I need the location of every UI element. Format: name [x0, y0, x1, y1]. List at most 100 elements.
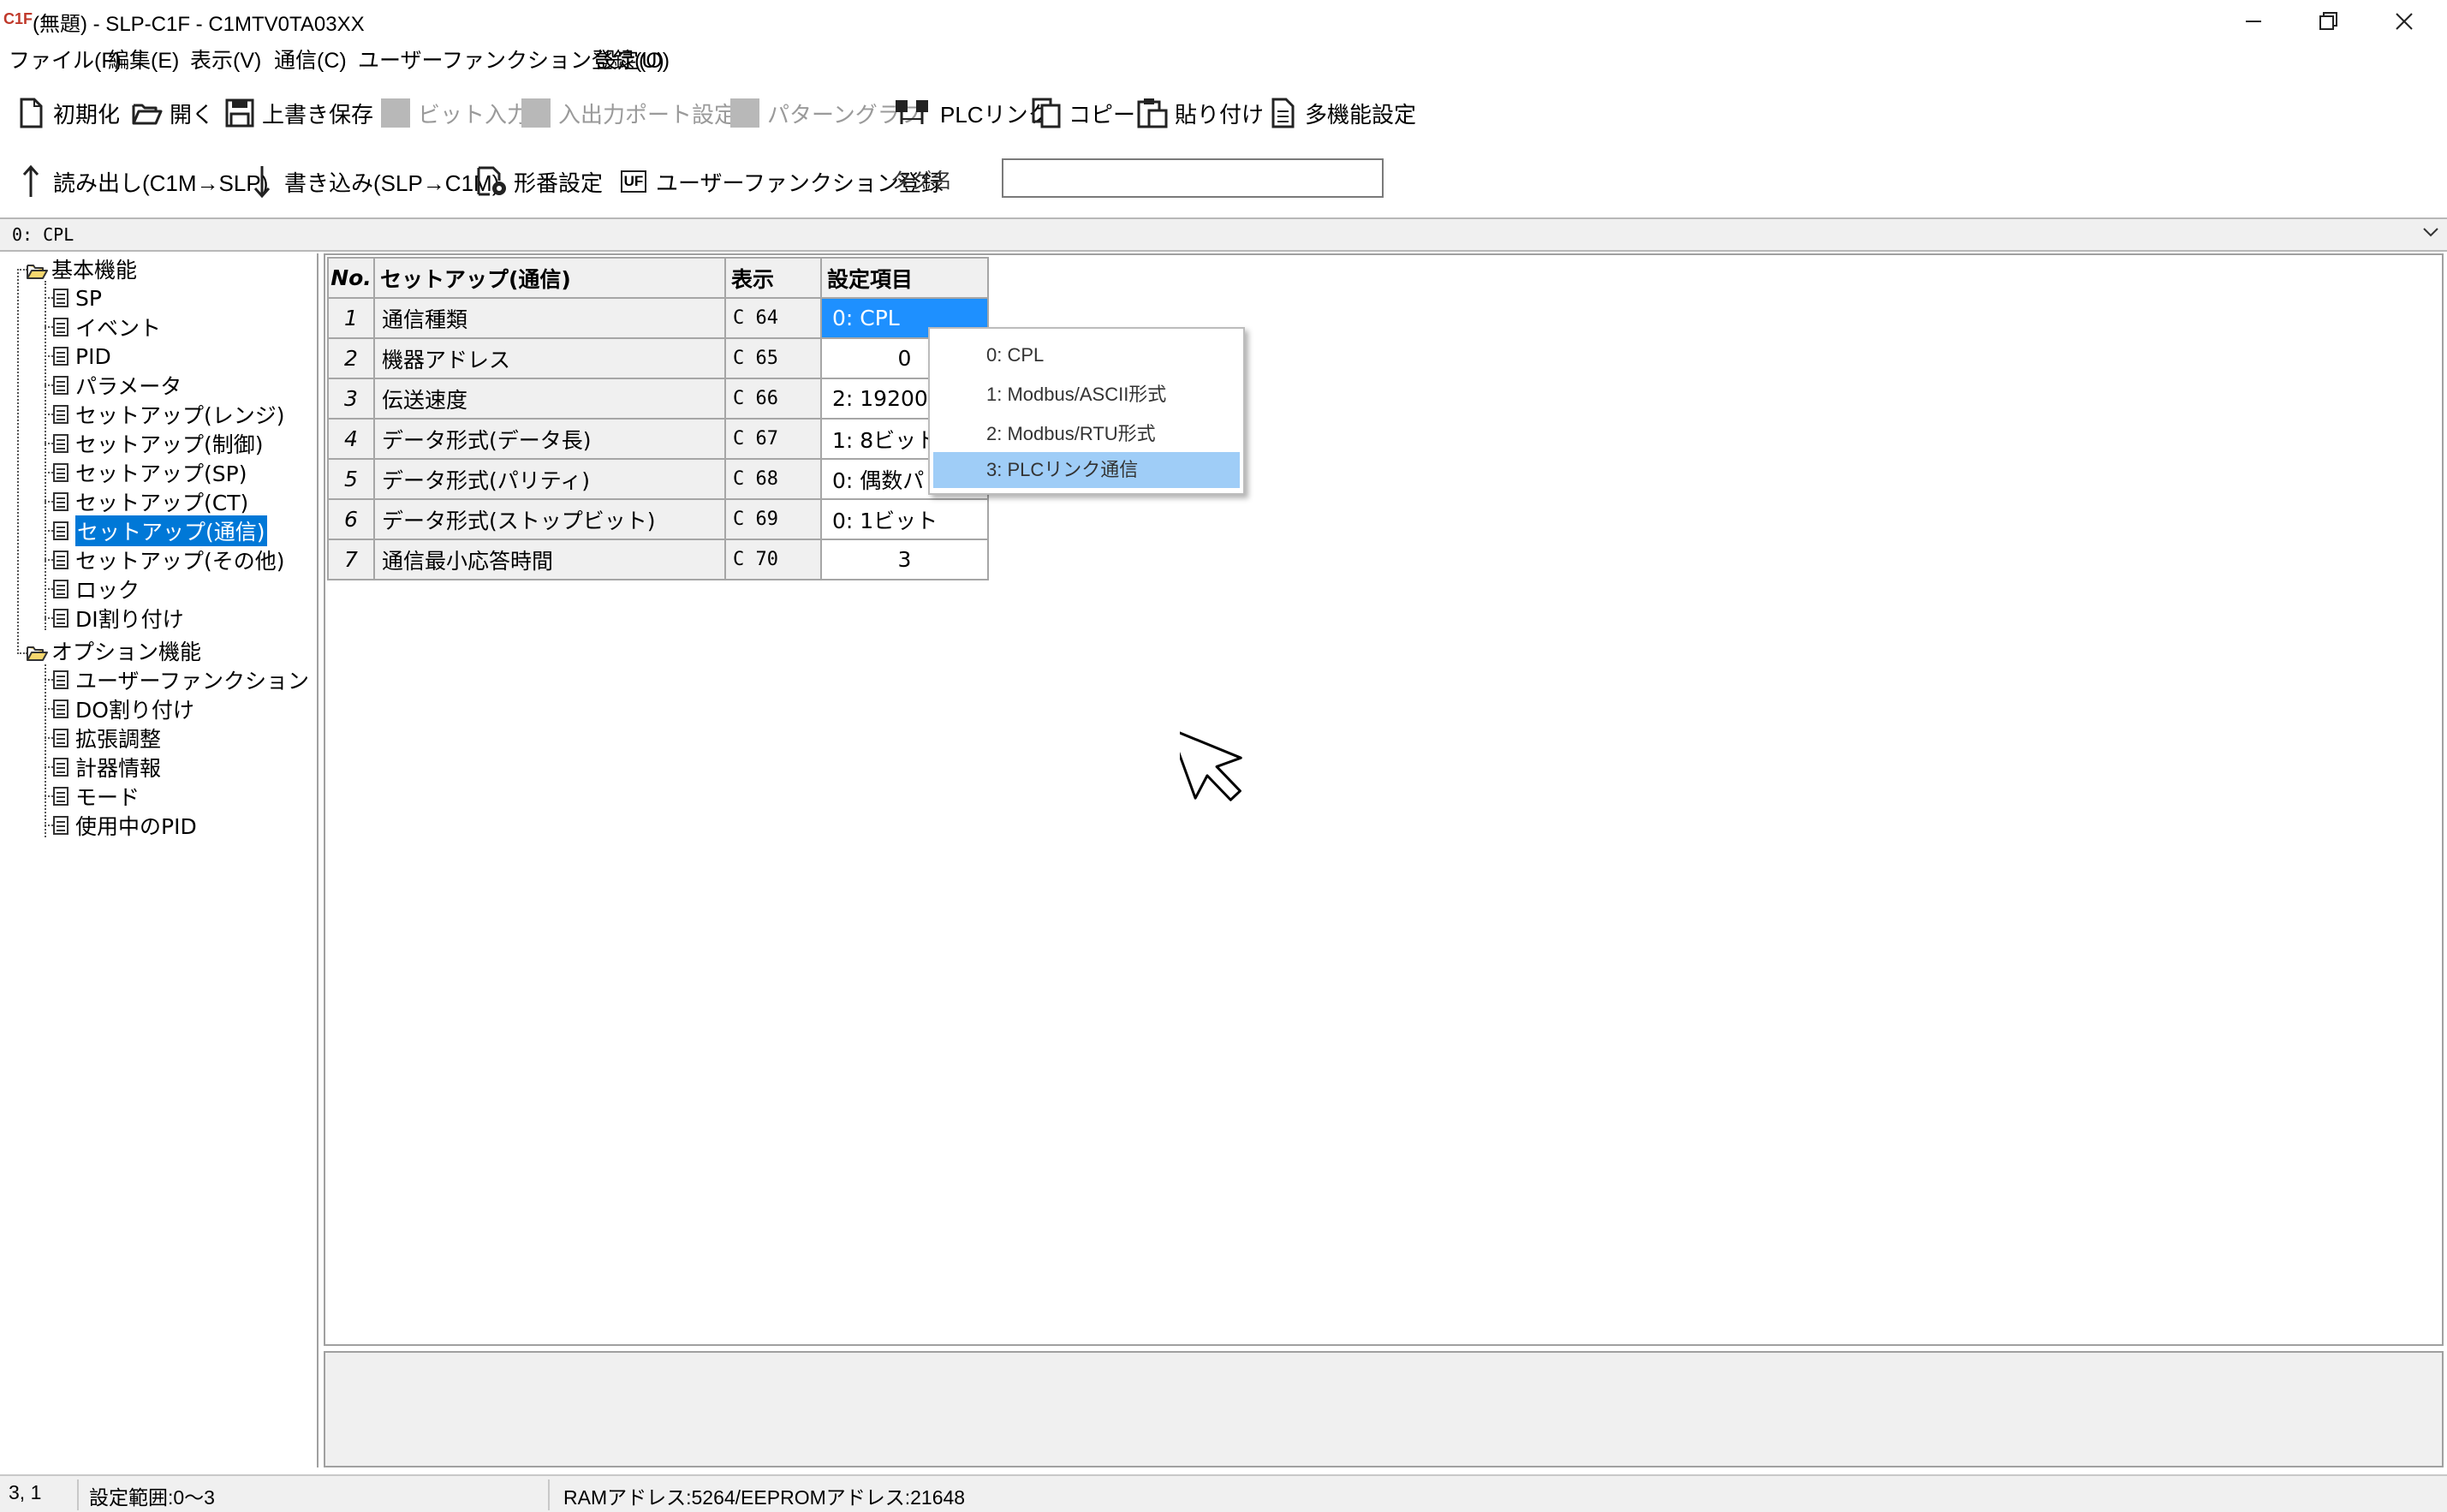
- open-label: 開く: [170, 101, 215, 128]
- tree-item[interactable]: ユーザーファンクション: [45, 666, 309, 693]
- tag-input[interactable]: [1002, 158, 1384, 198]
- menu-view[interactable]: 表示(V): [190, 46, 261, 75]
- write-label: 書き込み(SLP→C1M): [284, 170, 500, 196]
- multi-function-button[interactable]: 多機能設定: [1267, 92, 1416, 134]
- document-icon: [1267, 96, 1298, 130]
- mouse-cursor-icon: [1169, 712, 1274, 810]
- bit-input-label: ビット入力: [418, 101, 530, 128]
- tree-item[interactable]: モード: [45, 783, 140, 810]
- dropdown-option-modbus-rtu[interactable]: 2: Modbus/RTU形式: [933, 416, 1240, 452]
- document-icon: [53, 405, 68, 424]
- combo-value: 0: CPL: [12, 224, 74, 245]
- tree-item[interactable]: DO割り付け: [45, 695, 194, 723]
- table-row[interactable]: 1 通信種類 C 64 0: CPL: [327, 297, 989, 339]
- write-button[interactable]: 書き込み(SLP→C1M): [247, 161, 499, 202]
- save-button[interactable]: 上書き保存: [224, 92, 373, 134]
- minimize-button[interactable]: [2216, 0, 2291, 43]
- table-row[interactable]: 4 データ形式(データ長) C 67 1: 8ビット: [327, 418, 989, 460]
- uf-icon: UF: [618, 164, 649, 199]
- tree-item[interactable]: ロック: [45, 575, 140, 603]
- menu-bar: ファイル(F) 編集(E) 表示(V) 通信(C) ユーザーファンクション登録(…: [0, 43, 2447, 79]
- row-name: データ形式(データ長): [373, 418, 726, 460]
- document-icon: [53, 492, 68, 511]
- copy-button[interactable]: コピー: [1031, 92, 1135, 134]
- document-icon: [53, 729, 68, 747]
- tree-item[interactable]: DI割り付け: [45, 604, 184, 632]
- table-row[interactable]: 6 データ形式(ストップビット) C 69 0: 1ビット: [327, 498, 989, 540]
- menu-comm[interactable]: 通信(C): [274, 46, 347, 75]
- row-no: 4: [327, 418, 375, 460]
- paste-icon: [1137, 96, 1168, 130]
- tree-item[interactable]: イベント: [45, 313, 161, 341]
- row-no: 1: [327, 297, 375, 339]
- tree-item[interactable]: セットアップ(その他): [45, 546, 285, 574]
- tree-item[interactable]: PID: [45, 342, 111, 370]
- header-display: 表示: [724, 257, 822, 299]
- tree-item[interactable]: 計器情報: [45, 753, 161, 781]
- table-row[interactable]: 2 機器アドレス C 65 0: [327, 337, 989, 379]
- header-no: No.: [327, 257, 375, 299]
- row-display: C 66: [724, 378, 822, 420]
- tree-item[interactable]: 使用中のPID: [45, 812, 197, 839]
- row-name: データ形式(パリティ): [373, 458, 726, 500]
- pattern-graph-icon: [729, 96, 760, 130]
- status-position: 3, 1: [9, 1481, 42, 1503]
- bit-input-icon: [380, 96, 411, 130]
- io-port-button[interactable]: 入出力ポート設定: [521, 92, 736, 134]
- save-icon: [224, 96, 255, 130]
- item-combo[interactable]: 0: CPL: [0, 217, 2447, 252]
- tree-item[interactable]: パラメータ: [45, 372, 182, 399]
- tree-item[interactable]: セットアップ(SP): [45, 459, 247, 486]
- menu-file[interactable]: ファイル(F): [9, 46, 122, 75]
- tree-item[interactable]: 拡張調整: [45, 724, 161, 752]
- open-button[interactable]: 開く: [132, 92, 214, 134]
- menu-settings[interactable]: 設定(O): [596, 46, 670, 75]
- status-address: RAMアドレス:5264/EEPROMアドレス:21648: [563, 1486, 966, 1509]
- row-value-cell[interactable]: 3: [820, 539, 989, 580]
- download-arrow-icon: [247, 164, 277, 199]
- table-row[interactable]: 5 データ形式(パリティ) C 68 0: 偶数パリティ: [327, 458, 989, 500]
- row-display: C 69: [724, 498, 822, 540]
- value-dropdown-list[interactable]: 0: CPL 1: Modbus/ASCII形式 2: Modbus/RTU形式…: [928, 327, 1245, 495]
- dropdown-option-modbus-ascii[interactable]: 1: Modbus/ASCII形式: [933, 377, 1240, 413]
- menu-edit[interactable]: 編集(E): [108, 46, 179, 75]
- row-name: データ形式(ストップビット): [373, 498, 726, 540]
- tree-option-functions[interactable]: オプション機能: [26, 637, 201, 664]
- row-value-cell[interactable]: 0: 1ビット: [820, 498, 989, 540]
- bit-input-button[interactable]: ビット入力: [380, 92, 529, 134]
- tree-item-selected[interactable]: セットアップ(通信): [45, 515, 267, 546]
- row-display: C 68: [724, 458, 822, 500]
- header-name: セットアップ(通信): [373, 257, 726, 299]
- copy-label: コピー: [1069, 101, 1136, 128]
- restore-button[interactable]: [2291, 0, 2367, 43]
- tree-item[interactable]: SP: [45, 284, 102, 312]
- folder-open-icon: [132, 96, 163, 130]
- copy-icon: [1031, 96, 1062, 130]
- paste-button[interactable]: 貼り付け: [1137, 92, 1264, 134]
- close-icon: [2396, 13, 2413, 30]
- row-no: 2: [327, 337, 375, 379]
- init-label: 初期化: [53, 101, 121, 128]
- model-setting-button[interactable]: 形番設定: [476, 161, 603, 202]
- read-button[interactable]: 読み出し(C1M→SLP): [15, 161, 268, 202]
- tree-option-label: オプション機能: [51, 640, 202, 664]
- row-no: 3: [327, 378, 375, 420]
- paste-label: 貼り付け: [1175, 101, 1265, 128]
- table-row[interactable]: 7 通信最小応答時間 C 70 3: [327, 539, 989, 580]
- tree-item[interactable]: セットアップ(CT): [45, 488, 248, 515]
- dropdown-option-plc-link[interactable]: 3: PLCリンク通信: [933, 452, 1240, 488]
- save-label: 上書き保存: [262, 101, 374, 128]
- status-range: 設定範囲:0〜3: [89, 1486, 215, 1509]
- document-icon: [53, 463, 68, 482]
- plc-link-button[interactable]: PLCリンク: [892, 92, 1051, 134]
- table-row[interactable]: 3 伝送速度 C 66 2: 19200bps: [327, 378, 989, 420]
- tree-basic-functions[interactable]: 基本機能: [26, 255, 137, 283]
- dropdown-option-cpl[interactable]: 0: CPL: [933, 337, 1240, 373]
- row-display: C 65: [724, 337, 822, 379]
- tree-item[interactable]: セットアップ(制御): [45, 430, 264, 457]
- close-button[interactable]: [2367, 0, 2442, 43]
- tree-item[interactable]: セットアップ(レンジ): [45, 401, 285, 428]
- row-name: 機器アドレス: [373, 337, 726, 379]
- init-button[interactable]: 初期化: [15, 92, 120, 134]
- chevron-down-icon[interactable]: [2421, 223, 2440, 247]
